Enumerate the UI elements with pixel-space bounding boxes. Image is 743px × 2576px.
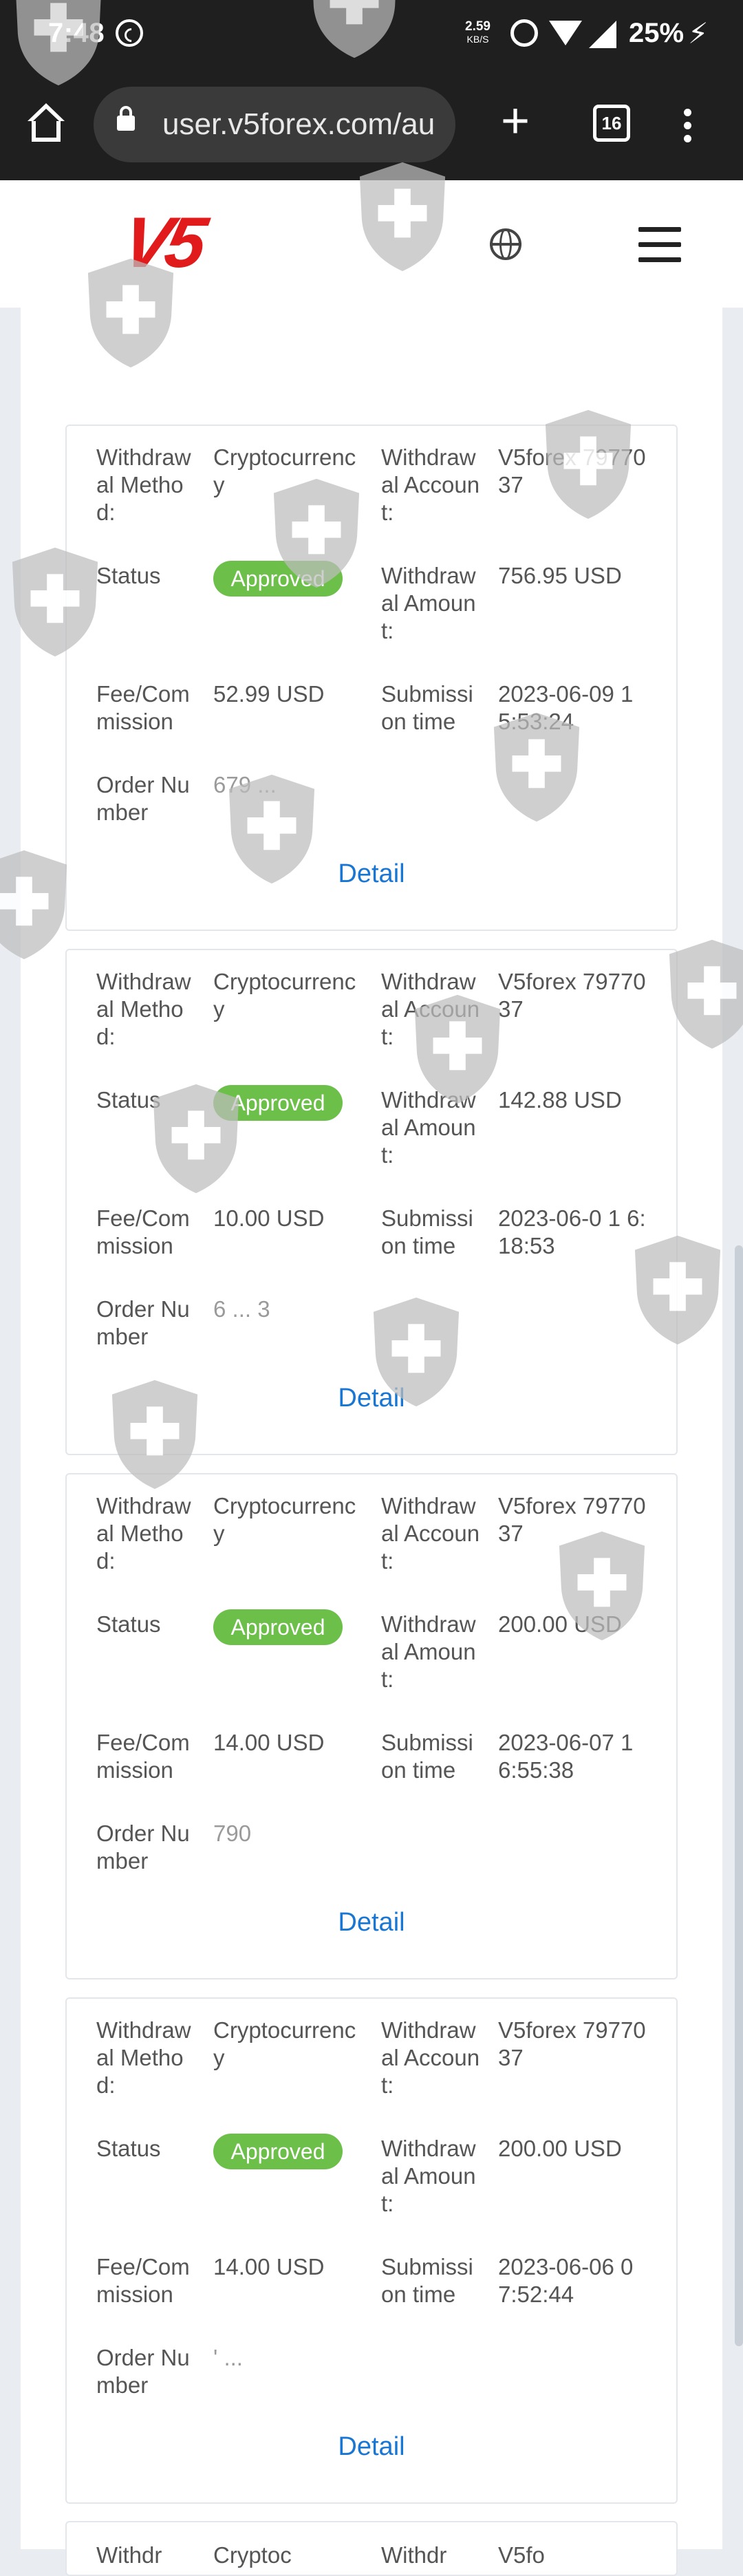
label-order-number: Order Nu mber — [96, 1821, 190, 1874]
site-header: V5 — [0, 180, 743, 308]
value-account: V5fo — [498, 2542, 545, 2568]
label-method: Withdraw al Metho d: — [96, 2017, 191, 2098]
value-method: Cryptocurrenc y — [213, 444, 356, 497]
scrollbar-thumb[interactable] — [735, 1245, 743, 2346]
value-order-number: 6 ... 3 — [213, 1296, 270, 1322]
label-method: Withdr — [96, 2542, 162, 2568]
value-method: Cryptocurrenc y — [213, 969, 356, 1022]
network-speed: 2.59 KB/S — [465, 19, 491, 45]
value-account: V5forex 7977037 — [498, 969, 646, 1022]
value-amount: 200.00 USD — [498, 1611, 622, 1637]
label-order-number: Order Nu mber — [96, 2345, 190, 2398]
label-method: Withdraw al Metho d: — [96, 969, 191, 1049]
value-submission-time: 2023-06-0 1 6:18:53 — [498, 1205, 646, 1258]
value-method: Cryptocurrenc y — [213, 2017, 356, 2070]
signal-icon — [589, 21, 616, 48]
label-submission-time: Submissi on time — [381, 1205, 473, 1258]
withdrawal-card: Withdraw al Metho d: Cryptocurrenc y Withd… — [65, 425, 678, 931]
hamburger-menu-button[interactable] — [638, 227, 681, 263]
value-account: V5forex 7977037 — [498, 444, 646, 497]
network-speed-unit: KB/S — [466, 34, 489, 45]
value-method: Cryptoc — [213, 2542, 292, 2568]
value-amount: 200.00 USD — [498, 2136, 622, 2161]
detail-link[interactable]: Detail — [67, 859, 676, 889]
label-status: Status — [96, 1611, 161, 1637]
home-icon — [28, 103, 65, 121]
value-account: V5forex 7977037 — [498, 2017, 646, 2070]
label-submission-time: Submissi on time — [381, 1730, 473, 1783]
value-submission-time: 2023-06-06 0 7:52:44 — [498, 2254, 634, 2307]
label-order-number: Order Nu mber — [96, 772, 190, 825]
label-account: Withdraw al Accoun t: — [381, 969, 480, 1049]
language-globe-icon[interactable] — [490, 228, 521, 260]
whatsapp-icon — [116, 19, 143, 47]
withdrawal-card: Withdraw al Metho d: Cryptocurrenc y Withd… — [65, 1473, 678, 1979]
browser-menu-button[interactable] — [684, 109, 692, 150]
value-order-number: ' ... — [213, 2345, 243, 2370]
battery-percent: 25% — [629, 18, 685, 48]
label-account: Withdraw al Accoun t: — [381, 444, 480, 525]
url-text: user.v5forex.com/au — [162, 107, 435, 141]
charging-icon: ⚡︎ — [688, 17, 709, 50]
home-button[interactable] — [25, 102, 67, 144]
label-account: Withdraw al Accoun t: — [381, 1493, 480, 1574]
label-method: Withdraw al Metho d: — [96, 444, 191, 525]
status-bar: 7:48 2.59 KB/S 25% ⚡︎ — [0, 0, 743, 69]
label-account: Withdraw al Accoun t: — [381, 2017, 480, 2098]
wifi-icon — [549, 21, 582, 45]
detail-link[interactable]: Detail — [67, 2432, 676, 2462]
value-submission-time: 2023-06-07 1 6:55:38 — [498, 1730, 634, 1783]
withdrawal-card-partial: Withdr Cryptoc Withdr V5fo — [65, 2521, 678, 2576]
detail-link[interactable]: Detail — [67, 1384, 676, 1413]
status-badge: Approved — [213, 1085, 343, 1121]
logo-text: V5 — [116, 203, 208, 283]
new-tab-button[interactable]: + — [501, 96, 530, 146]
value-fee: 10.00 USD — [213, 1205, 325, 1231]
detail-link[interactable]: Detail — [67, 1908, 676, 1938]
label-account: Withdr — [381, 2542, 447, 2568]
label-fee: Fee/Com mission — [96, 1205, 190, 1258]
address-bar[interactable]: user.v5forex.com/au — [94, 87, 455, 162]
withdrawal-card: Withdraw al Metho d: Cryptocurrenc y Withd… — [65, 949, 678, 1455]
value-account: V5forex 7977037 — [498, 1493, 646, 1546]
tab-switcher-button[interactable]: 16 — [593, 105, 630, 142]
browser-chrome: 7:48 2.59 KB/S 25% ⚡︎ user.v5forex.com/a… — [0, 0, 743, 180]
value-order-number: 679 ... — [213, 772, 277, 797]
value-submission-time: 2023-06-09 1 5:53:24 — [498, 681, 634, 734]
value-fee: 14.00 USD — [213, 1730, 325, 1755]
label-submission-time: Submissi on time — [381, 2254, 473, 2307]
value-fee: 14.00 USD — [213, 2254, 325, 2279]
label-method: Withdraw al Metho d: — [96, 1493, 191, 1574]
label-status: Status — [96, 2136, 161, 2161]
label-fee: Fee/Com mission — [96, 1730, 190, 1783]
value-fee: 52.99 USD — [213, 681, 325, 707]
lock-icon — [117, 106, 135, 131]
label-fee: Fee/Com mission — [96, 681, 190, 734]
site-logo[interactable]: V5 — [117, 203, 261, 283]
label-amount: Withdraw al Amoun t: — [381, 563, 476, 643]
label-amount: Withdraw al Amoun t: — [381, 1087, 476, 1168]
label-submission-time: Submissi on time — [381, 681, 473, 734]
value-amount: 142.88 USD — [498, 1087, 622, 1113]
label-amount: Withdraw al Amoun t: — [381, 1611, 476, 1692]
status-time: 7:48 — [48, 18, 105, 48]
label-amount: Withdraw al Amoun t: — [381, 2136, 476, 2216]
status-badge: Approved — [213, 1609, 343, 1645]
status-badge: Approved — [213, 2134, 343, 2169]
label-status: Status — [96, 1087, 161, 1113]
label-order-number: Order Nu mber — [96, 1296, 190, 1349]
value-method: Cryptocurrenc y — [213, 1493, 356, 1546]
value-order-number: 790 — [213, 1821, 252, 1846]
label-status: Status — [96, 563, 161, 588]
alarm-icon — [510, 19, 538, 47]
network-speed-value: 2.59 — [465, 19, 491, 34]
status-badge: Approved — [213, 561, 343, 597]
browser-toolbar: user.v5forex.com/au + 16 — [0, 76, 743, 180]
label-fee: Fee/Com mission — [96, 2254, 190, 2307]
value-amount: 756.95 USD — [498, 563, 622, 588]
withdrawal-card: Withdraw al Metho d: Cryptocurrenc y Withd… — [65, 1997, 678, 2504]
